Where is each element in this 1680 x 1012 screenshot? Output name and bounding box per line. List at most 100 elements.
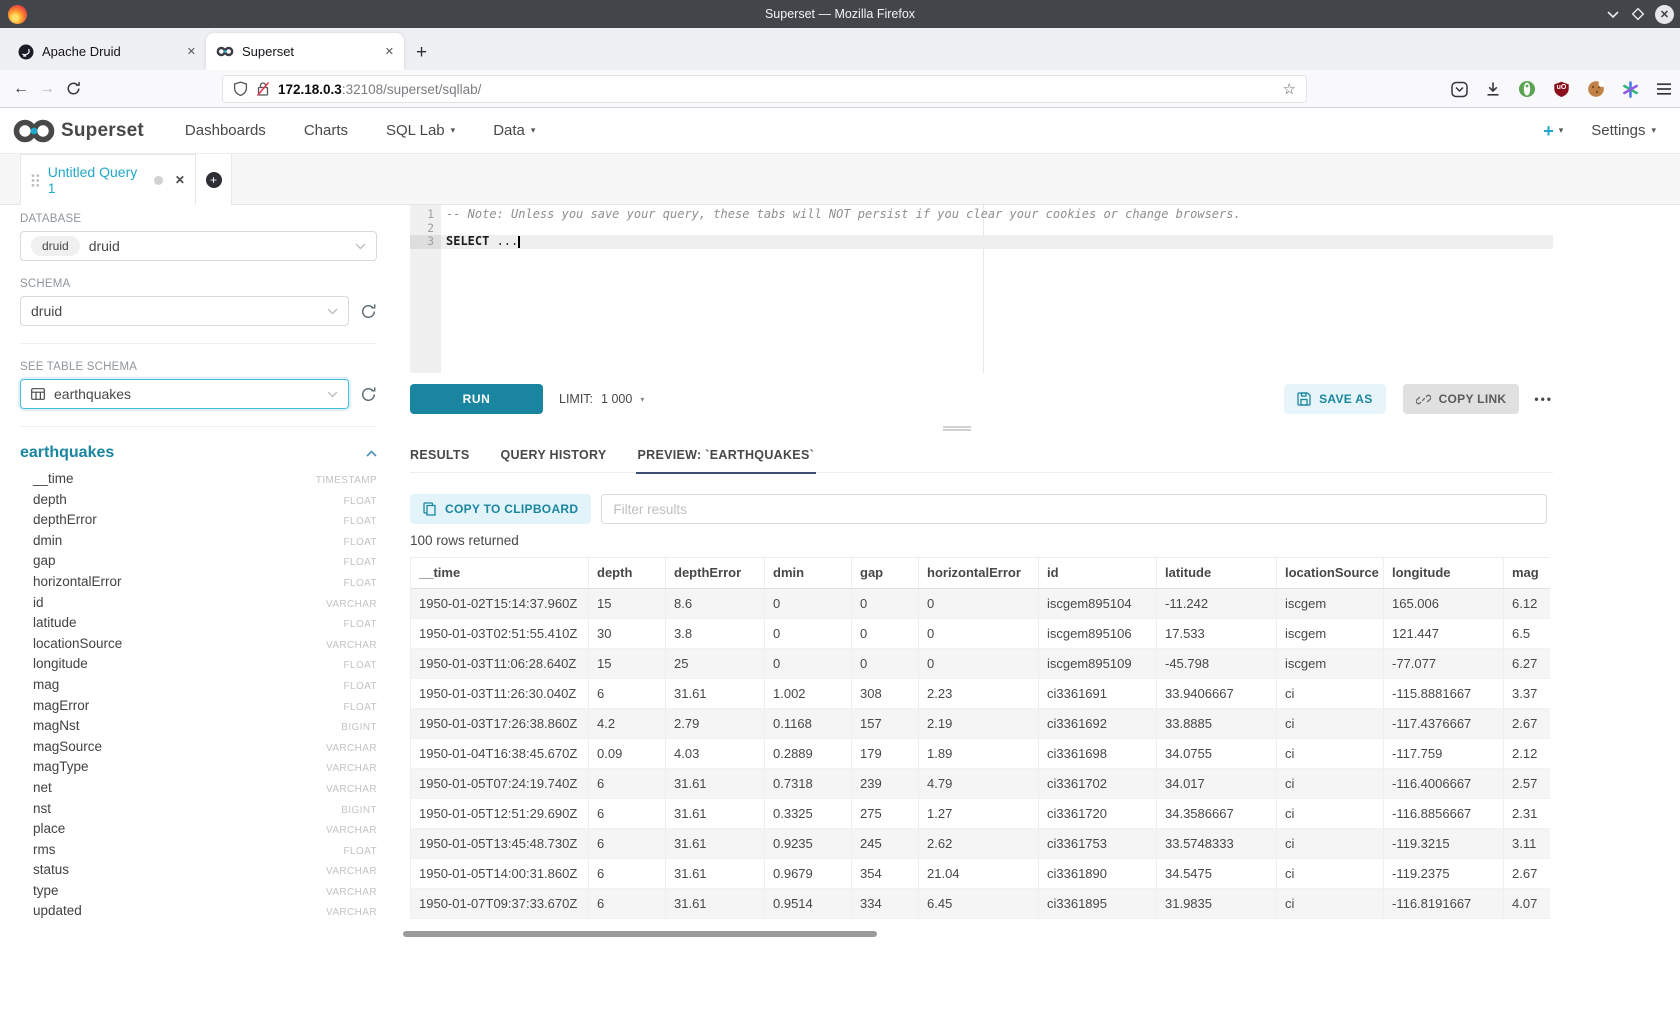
- save-as-button[interactable]: SAVE AS: [1284, 384, 1385, 414]
- schema-label: SCHEMA: [20, 278, 377, 290]
- table-cell: 0.9514: [765, 889, 852, 918]
- table-header-cell[interactable]: gap: [852, 558, 919, 588]
- table-header-cell[interactable]: latitude: [1157, 558, 1277, 588]
- query-tab-untitled-query-1[interactable]: Untitled Query 1 ✕: [20, 154, 196, 205]
- table-header-cell[interactable]: dmin: [765, 558, 852, 588]
- nav-item-sql-lab[interactable]: SQL Lab▾: [367, 122, 474, 139]
- table-cell: -116.8856667: [1384, 799, 1504, 828]
- table-cell: ci3361753: [1039, 829, 1157, 858]
- table-row: 1950-01-03T17:26:38.860Z4.22.790.1168157…: [411, 709, 1550, 739]
- window-maximize-button[interactable]: [1630, 6, 1646, 22]
- table-cell: 0: [919, 589, 1039, 618]
- privacy-badger-icon[interactable]: [1518, 80, 1536, 98]
- table-cell: ci: [1277, 859, 1384, 888]
- url-bar[interactable]: 172.18.0.3:32108/superset/sqllab/ ☆: [222, 75, 1307, 103]
- downloads-icon[interactable]: [1485, 81, 1501, 97]
- filter-results-input[interactable]: [601, 494, 1547, 524]
- table-select[interactable]: earthquakes: [20, 379, 349, 409]
- table-cell: 1950-01-05T13:45:48.730Z: [411, 829, 589, 858]
- table-header-cell[interactable]: mag: [1504, 558, 1550, 588]
- table-header-cell[interactable]: longitude: [1384, 558, 1504, 588]
- table-schema-title: earthquakes: [20, 444, 114, 462]
- table-cell: 1950-01-03T11:06:28.640Z: [411, 649, 589, 678]
- browser-tab-superset[interactable]: Superset ✕: [206, 33, 404, 70]
- schema-select[interactable]: druid: [20, 296, 349, 326]
- refresh-table-icon[interactable]: [360, 386, 377, 403]
- table-header-cell[interactable]: horizontalError: [919, 558, 1039, 588]
- cookie-icon[interactable]: [1587, 80, 1605, 98]
- tab-close-icon[interactable]: ✕: [385, 45, 394, 58]
- table-row: 1950-01-05T14:00:31.860Z631.610.96793542…: [411, 859, 1550, 889]
- table-cell: 0: [765, 589, 852, 618]
- nav-item-data[interactable]: Data▾: [474, 122, 554, 139]
- table-cell: iscgem895109: [1039, 649, 1157, 678]
- table-cell: ci: [1277, 709, 1384, 738]
- editor-toolbar: RUN LIMIT: 1 000 ▾ SAVE AS COPY LINK •••: [410, 377, 1553, 421]
- chevron-down-icon: [327, 308, 338, 315]
- table-cell: ci3361702: [1039, 769, 1157, 798]
- pocket-icon[interactable]: [1451, 81, 1468, 98]
- extension-spark-icon[interactable]: [1622, 81, 1639, 98]
- sql-editor[interactable]: 1 2 3 -- Note: Unless you save your quer…: [410, 205, 1553, 373]
- browser-tab-apache-druid[interactable]: Apache Druid ✕: [8, 33, 206, 70]
- table-cell: ci3361895: [1039, 889, 1157, 918]
- tab-preview-earthquakes[interactable]: PREVIEW: `EARTHQUAKES`: [638, 437, 815, 473]
- table-cell: 3.8: [666, 619, 765, 648]
- nav-item-dashboards[interactable]: Dashboards: [166, 122, 285, 139]
- caret-down-icon: ▾: [531, 125, 536, 136]
- table-cell: 33.9406667: [1157, 679, 1277, 708]
- run-button[interactable]: RUN: [410, 384, 543, 414]
- line-number: 3: [410, 235, 441, 249]
- pane-resize-handle[interactable]: [943, 426, 971, 431]
- table-cell: 354: [852, 859, 919, 888]
- new-query-tab-button[interactable]: +: [196, 154, 232, 205]
- window-close-button[interactable]: ✕: [1655, 5, 1674, 24]
- plus-circle-icon: +: [206, 172, 222, 188]
- query-tab-close-icon[interactable]: ✕: [175, 173, 185, 187]
- more-options-button[interactable]: •••: [1534, 392, 1553, 406]
- horizontal-scrollbar[interactable]: [403, 931, 877, 937]
- refresh-schema-icon[interactable]: [360, 303, 377, 320]
- back-button[interactable]: ←: [8, 80, 34, 98]
- table-header-cell[interactable]: id: [1039, 558, 1157, 588]
- window-minimize-button[interactable]: [1605, 6, 1621, 22]
- new-browser-tab-button[interactable]: +: [416, 43, 427, 62]
- limit-dropdown[interactable]: LIMIT: 1 000 ▾: [559, 392, 644, 406]
- table-header-cell[interactable]: depthError: [666, 558, 765, 588]
- tab-results[interactable]: RESULTS: [410, 437, 470, 473]
- database-select[interactable]: druid druid: [20, 231, 377, 261]
- nav-item-charts[interactable]: Charts: [285, 122, 367, 139]
- tab-query-history[interactable]: QUERY HISTORY: [501, 437, 607, 473]
- table-cell: 1.002: [765, 679, 852, 708]
- schema-column-row: depthFLOAT: [20, 492, 377, 513]
- bookmark-star-icon[interactable]: ☆: [1283, 80, 1296, 98]
- settings-menu[interactable]: Settings ▾: [1591, 122, 1656, 139]
- table-header-cell[interactable]: depth: [589, 558, 666, 588]
- table-cell: 0: [852, 589, 919, 618]
- database-value: druid: [89, 238, 120, 254]
- reload-button[interactable]: [60, 81, 86, 96]
- line-number: 1: [410, 208, 441, 222]
- superset-brand[interactable]: Superset: [12, 117, 144, 145]
- table-cell: 33.5748333: [1157, 829, 1277, 858]
- collapse-chevron-up-icon[interactable]: [366, 450, 377, 457]
- firefox-logo-icon: [8, 5, 27, 24]
- superset-navbar: Superset Dashboards Charts SQL Lab▾ Data…: [0, 108, 1680, 154]
- table-cell: 17.533: [1157, 619, 1277, 648]
- column-type: VARCHAR: [326, 887, 377, 898]
- table-header-cell[interactable]: __time: [411, 558, 589, 588]
- table-cell: ci3361720: [1039, 799, 1157, 828]
- table-cell: iscgem: [1277, 619, 1384, 648]
- table-cell: 2.12: [1504, 739, 1550, 768]
- tab-close-icon[interactable]: ✕: [187, 45, 196, 58]
- copy-link-button[interactable]: COPY LINK: [1403, 384, 1520, 414]
- new-item-menu[interactable]: + ▾: [1543, 122, 1563, 140]
- table-cell: 6.5: [1504, 619, 1550, 648]
- ublock-origin-icon[interactable]: uO: [1553, 81, 1570, 98]
- table-header-cell[interactable]: locationSource: [1277, 558, 1384, 588]
- table-cell: 2.23: [919, 679, 1039, 708]
- column-type: FLOAT: [344, 660, 377, 671]
- column-type: VARCHAR: [326, 640, 377, 651]
- copy-to-clipboard-button[interactable]: COPY TO CLIPBOARD: [410, 494, 591, 524]
- menu-hamburger-icon[interactable]: [1656, 82, 1672, 96]
